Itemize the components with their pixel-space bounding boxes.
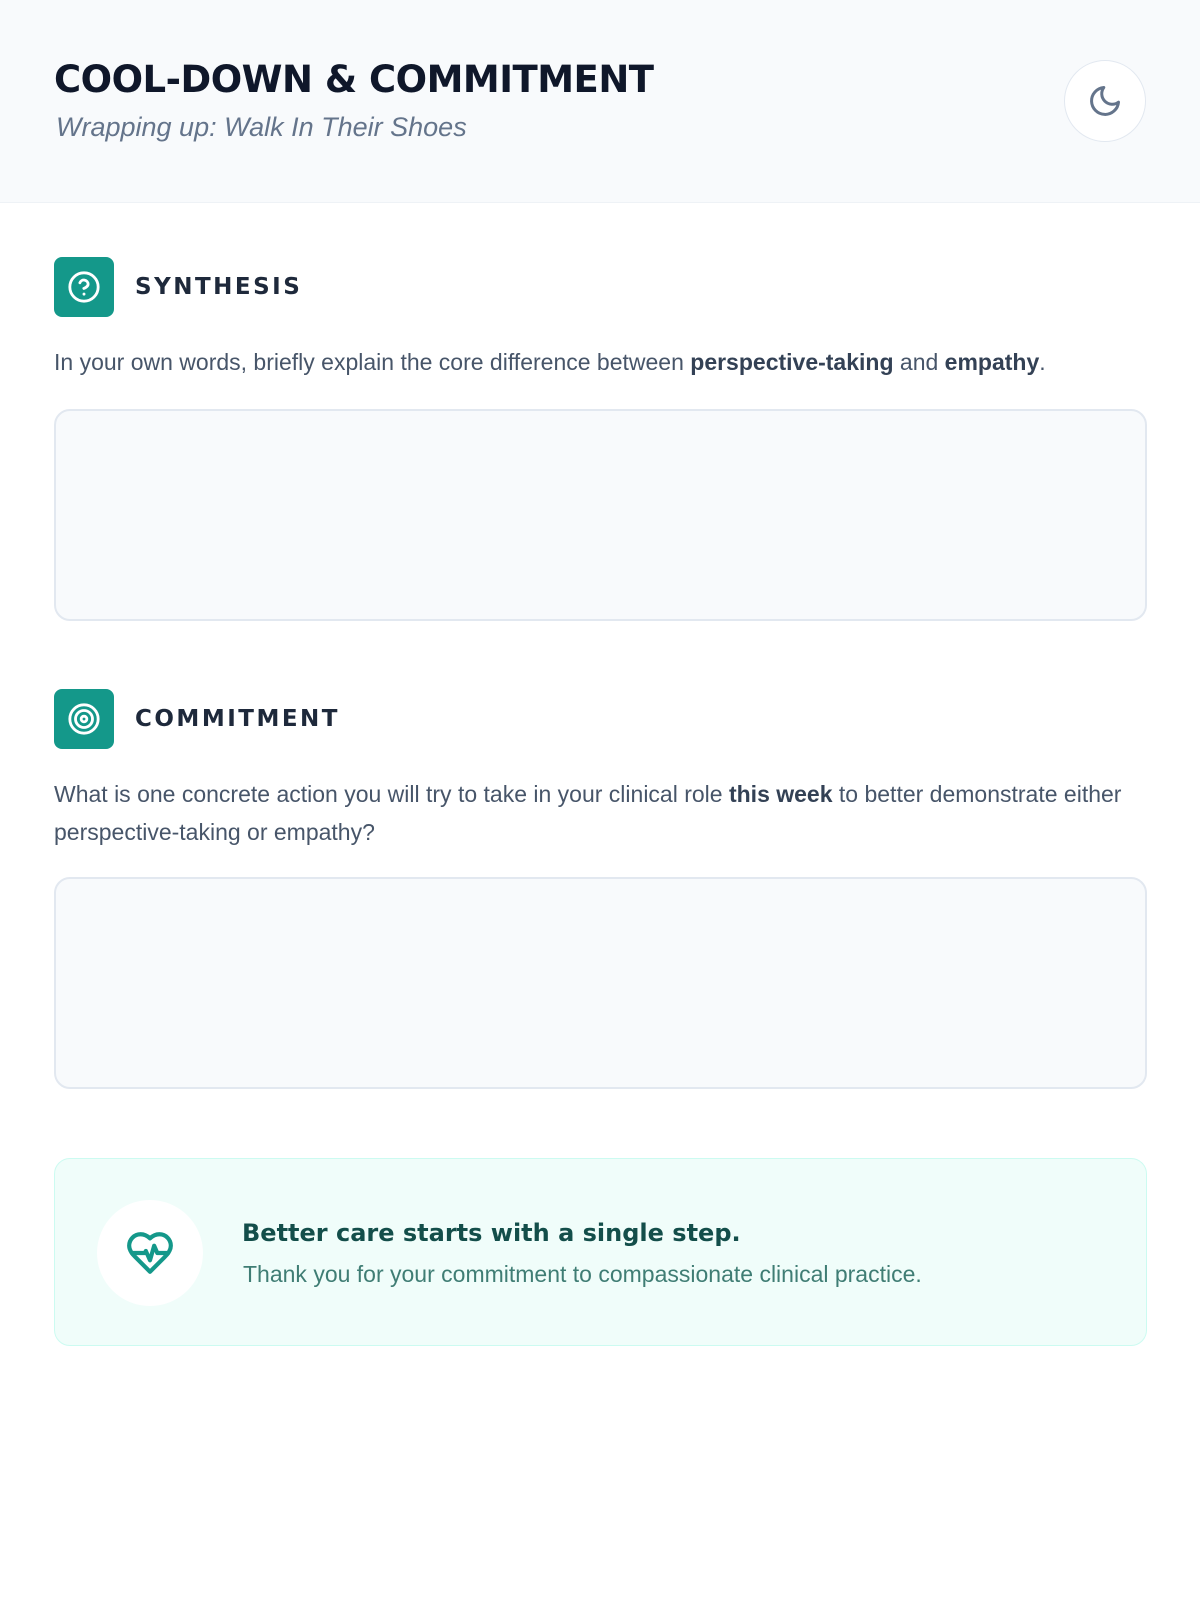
encouragement-callout: Better care starts with a single step. T…	[54, 1158, 1147, 1346]
commitment-prompt: What is one concrete action you will try…	[54, 781, 1122, 845]
question-circle-icon	[54, 257, 114, 317]
target-icon	[54, 689, 114, 749]
synthesis-label: SYNTHESIS	[135, 274, 303, 300]
commitment-label: COMMITMENT	[135, 706, 340, 732]
page-subtitle: Wrapping up: Walk In Their Shoes	[56, 112, 467, 142]
theme-toggle-button[interactable]	[1064, 60, 1146, 142]
page-title: COOL-DOWN & COMMITMENT	[54, 58, 654, 101]
commitment-answer-input[interactable]	[54, 877, 1147, 1089]
page-header: COOL-DOWN & COMMITMENT Wrapping up: Walk…	[0, 0, 1200, 203]
moon-icon	[1090, 86, 1120, 116]
callout-text: Thank you for your commitment to compass…	[243, 1261, 922, 1287]
callout-title: Better care starts with a single step.	[242, 1219, 741, 1247]
synthesis-answer-input[interactable]	[54, 409, 1147, 621]
heart-pulse-icon	[97, 1200, 203, 1306]
synthesis-section-header: SYNTHESIS	[54, 257, 302, 317]
commitment-section-header: COMMITMENT	[54, 689, 340, 749]
synthesis-prompt: In your own words, briefly explain the c…	[54, 349, 1046, 375]
